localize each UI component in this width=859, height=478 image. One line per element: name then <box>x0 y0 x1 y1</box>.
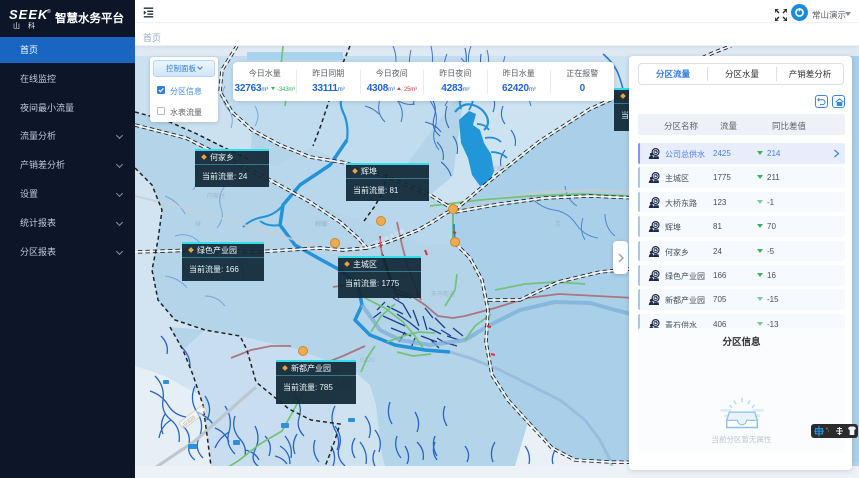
svg-text:辉埠镇: 辉埠镇 <box>490 165 508 173</box>
svg-text:G320: G320 <box>360 358 375 364</box>
svg-text:®: ® <box>47 8 51 15</box>
svg-text:SEEK: SEEK <box>9 7 49 22</box>
svg-text:天马街道: 天马街道 <box>431 290 455 298</box>
svg-text:智慧水务平台: 智慧水务平台 <box>55 11 124 25</box>
svg-text:闪家村: 闪家村 <box>207 192 225 200</box>
svg-text:º,: º, <box>826 427 829 433</box>
svg-text:山科: 山科 <box>13 21 43 30</box>
